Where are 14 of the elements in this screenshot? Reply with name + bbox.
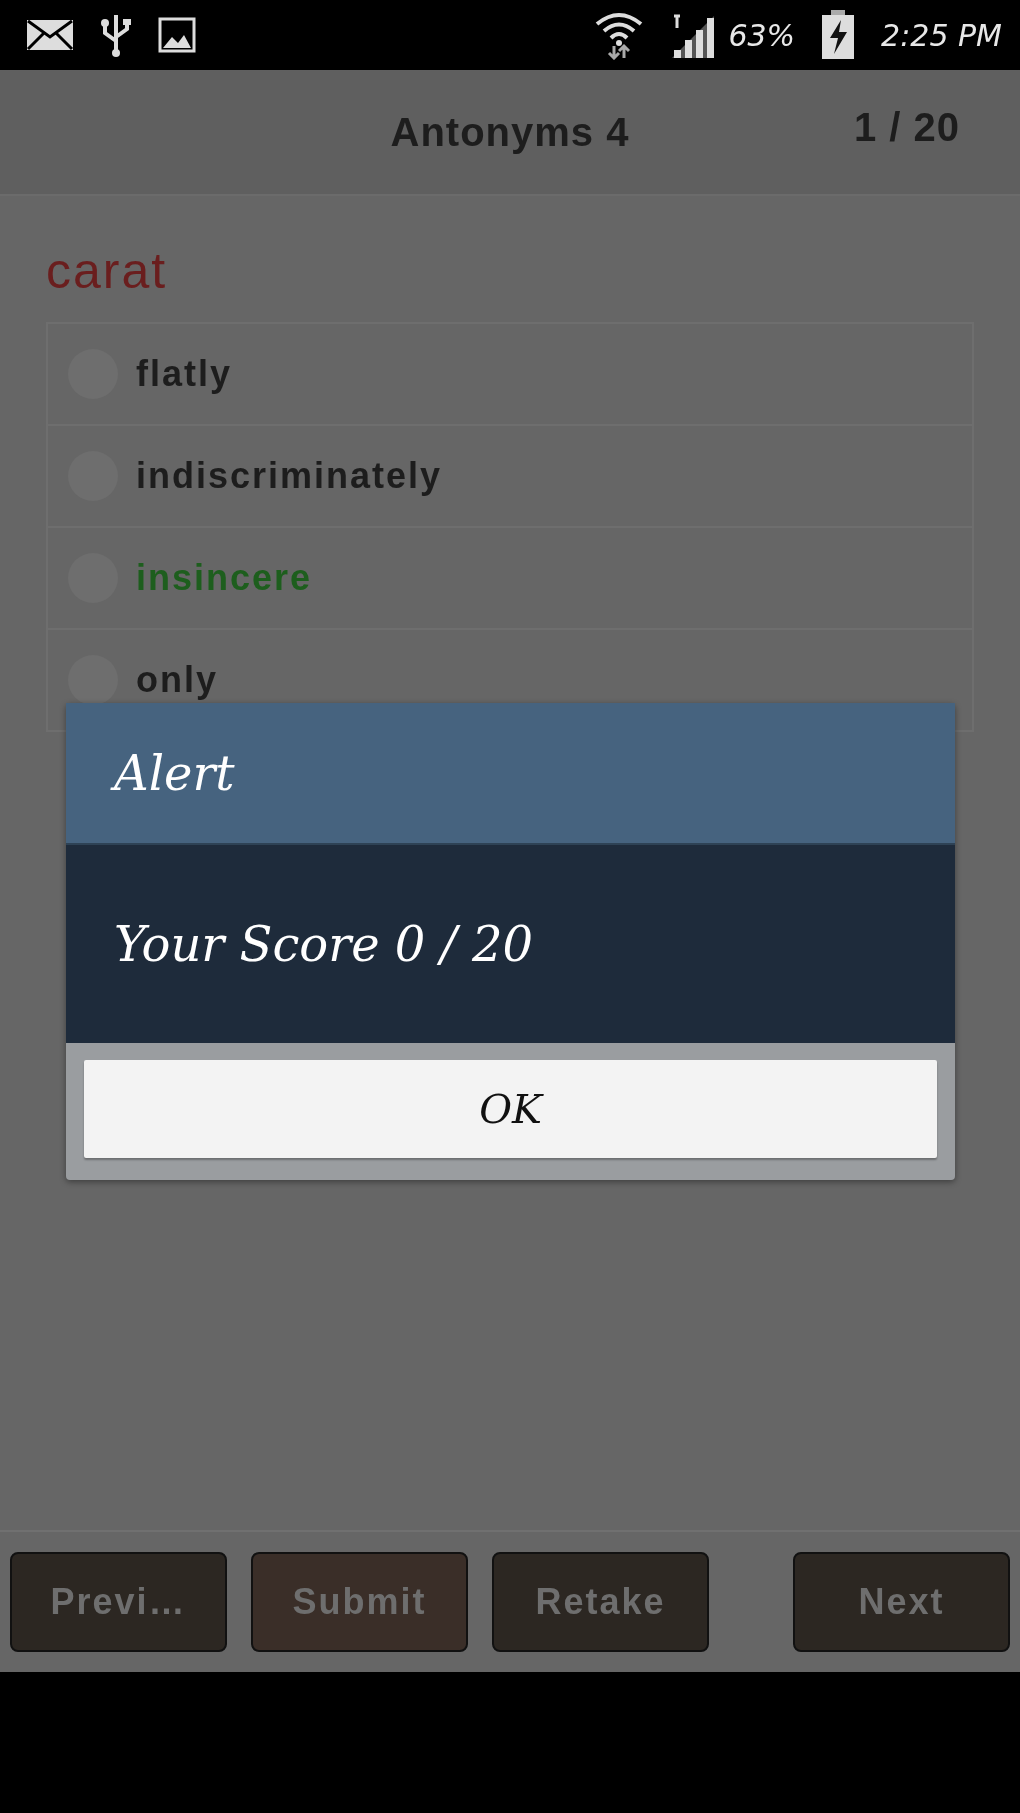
- clock-time: 2:25 PM: [881, 17, 1002, 53]
- nav-button[interactable]: Next: [793, 1552, 1010, 1652]
- nav-button[interactable]: Submit: [251, 1552, 468, 1652]
- nav-button[interactable]: Previ…: [10, 1552, 227, 1652]
- screen-title: Antonyms 4: [390, 109, 630, 155]
- option-label[interactable]: flatly: [136, 353, 233, 395]
- ok-button[interactable]: OK: [84, 1060, 937, 1158]
- question-counter: 1 / 20: [853, 104, 960, 150]
- question-word: carat: [46, 242, 168, 300]
- option-label[interactable]: only: [136, 659, 218, 701]
- nav-button[interactable]: Retake: [492, 1552, 709, 1652]
- battery-percent: 63%: [728, 17, 796, 53]
- option-label[interactable]: indiscriminately: [136, 455, 443, 497]
- score-message: Your Score 0 / 20: [114, 916, 534, 972]
